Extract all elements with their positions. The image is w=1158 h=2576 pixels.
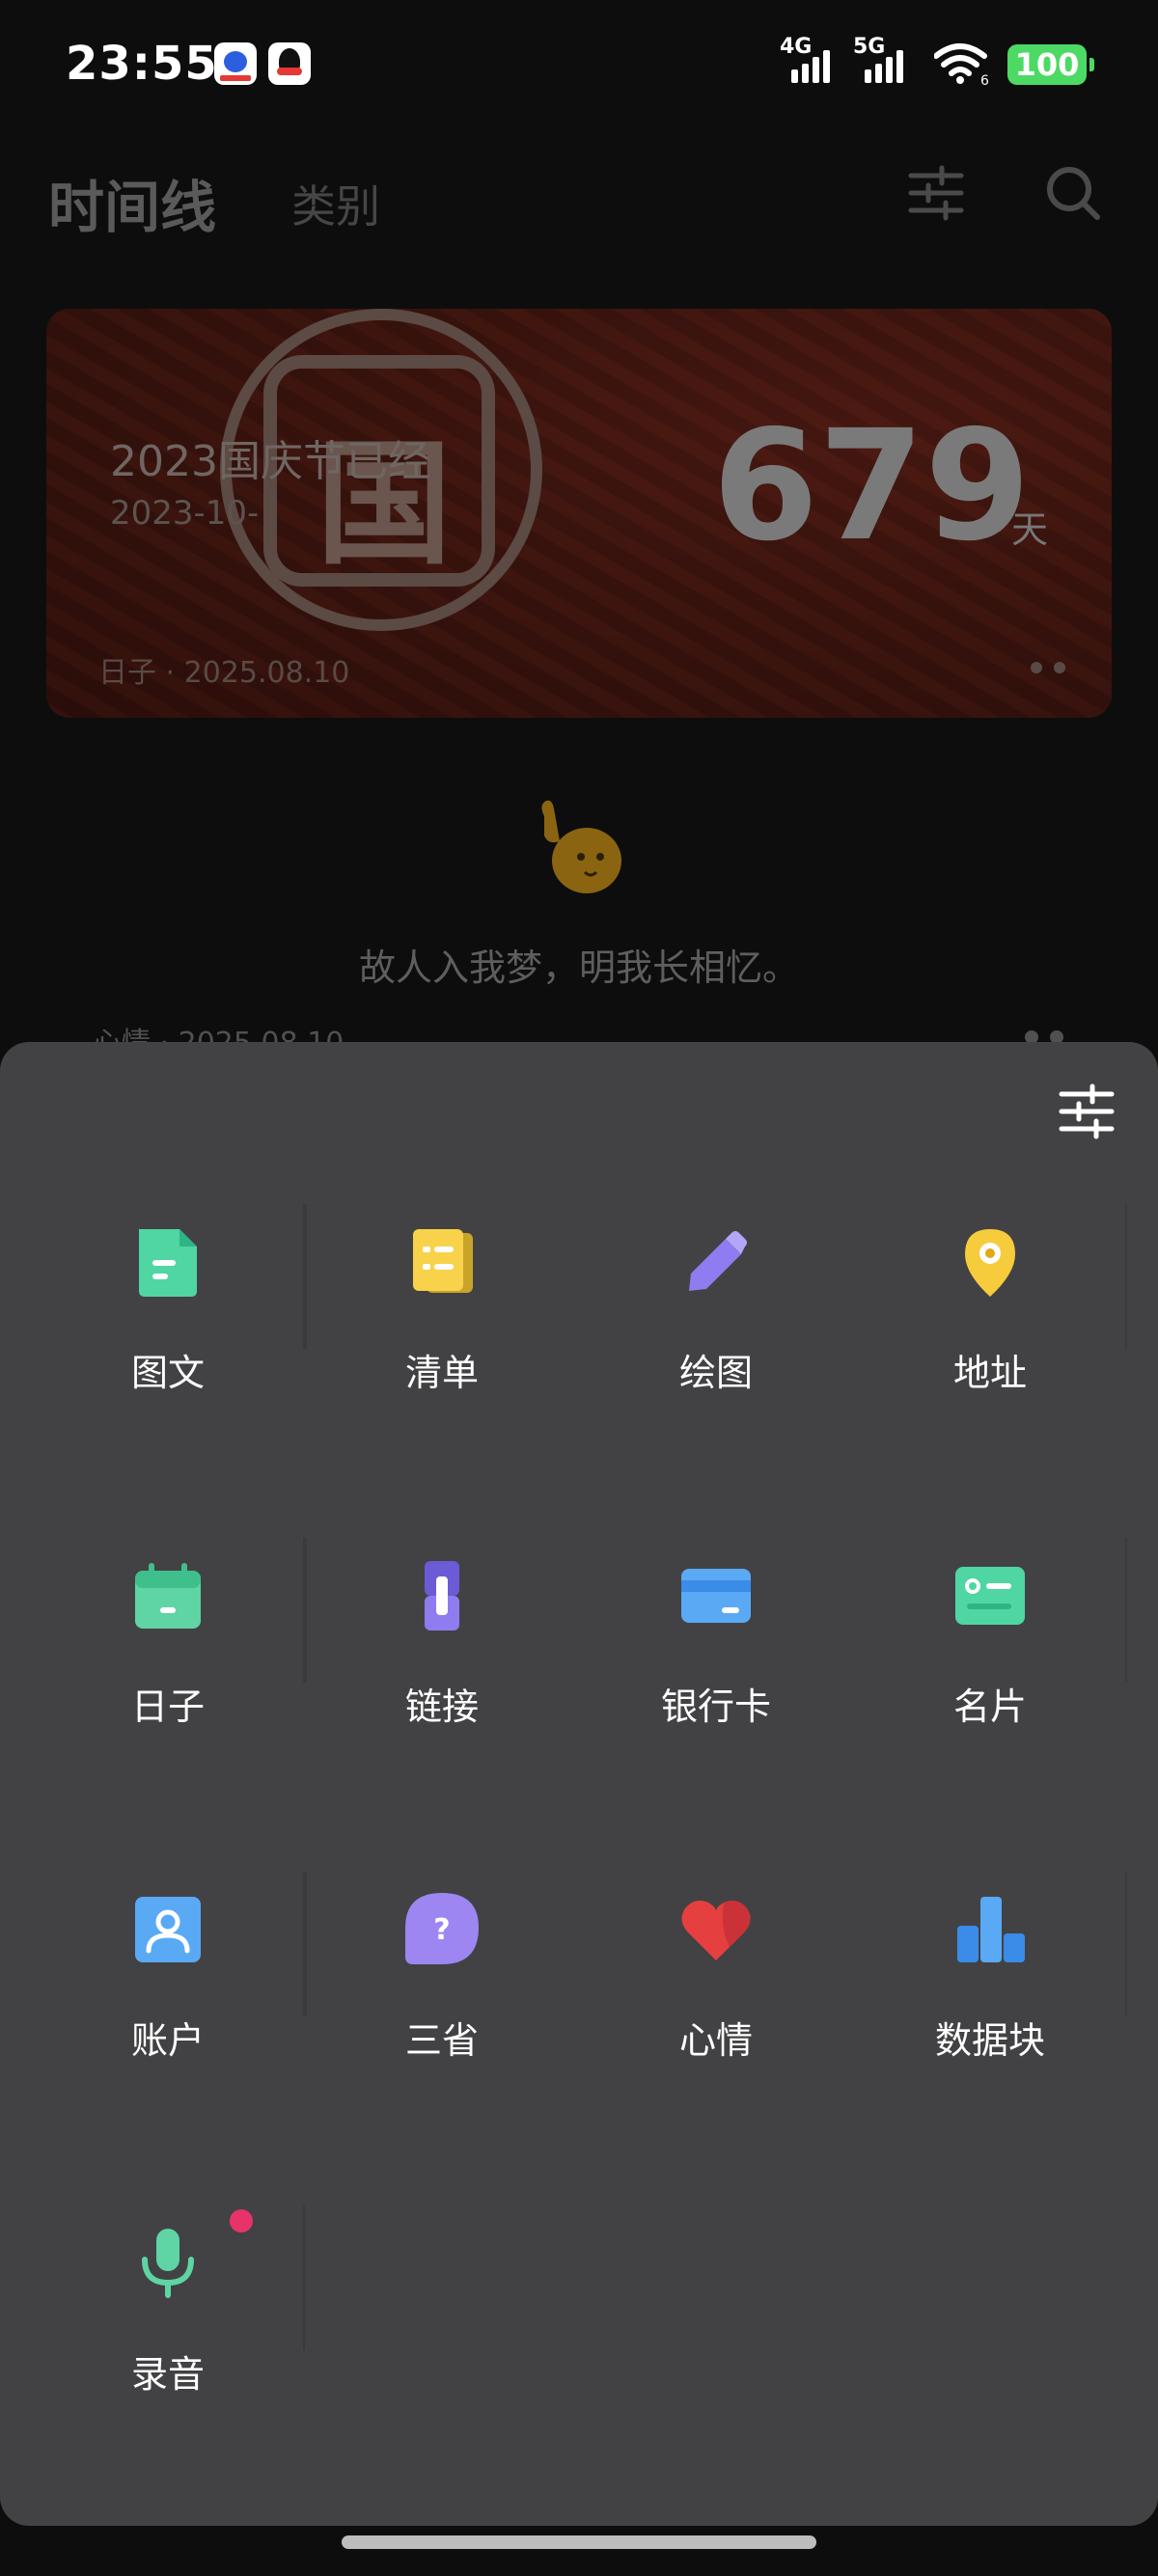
divider (305, 1538, 307, 1683)
add-entry-sheet: 图文 清单 绘图 地址 日子 链接 银行卡 名片 账户 ? 三省 心情 数据块 … (0, 1042, 1158, 2526)
tab-category[interactable]: 类别 (291, 172, 380, 235)
wifi-icon: 6 (934, 43, 989, 85)
new-badge (230, 2209, 253, 2233)
bar-chart-icon (957, 1897, 1025, 1962)
event-title: 2023国庆节已经 (110, 437, 430, 486)
entry-type-label: 地址 (952, 1352, 1027, 1394)
divider (1125, 1204, 1127, 1349)
entry-type-label: 日子 (130, 1685, 205, 1728)
mood-text: 故人入我梦，明我长相忆。 (358, 946, 799, 989)
event-days-unit: 天 (1011, 508, 1049, 551)
entry-type-data-block[interactable]: 数据块 (853, 1852, 1127, 2186)
event-card[interactable]: 国 2023国庆节已经 2023-10- 679 天 日子 · 2025.08.… (46, 309, 1112, 718)
pencil-icon (689, 1231, 747, 1291)
entry-type-link[interactable]: 链接 (305, 1519, 579, 1852)
divider (303, 2206, 305, 2350)
entry-type-label: 链接 (404, 1685, 479, 1728)
status-time: 23:55 (66, 37, 218, 91)
event-date: 2023-10- (110, 494, 260, 533)
stamp-glyph: 国 (317, 425, 453, 584)
entry-type-label: 三省 (404, 2019, 479, 2062)
entry-type-checklist[interactable]: 清单 (305, 1185, 579, 1519)
baidu-app-icon (214, 42, 257, 85)
entry-type-business-card[interactable]: 名片 (853, 1519, 1127, 1852)
account-icon (135, 1897, 201, 1962)
entry-type-label: 账户 (130, 2019, 205, 2062)
entry-type-recording[interactable]: 录音 (31, 2186, 305, 2520)
page-title[interactable]: 时间线 (48, 162, 216, 243)
entry-type-label: 绘图 (678, 1352, 753, 1394)
entry-type-label: 银行卡 (660, 1685, 771, 1728)
entry-type-document[interactable]: 图文 (31, 1185, 305, 1519)
microphone-icon (142, 2229, 194, 2298)
divider (305, 1872, 307, 2016)
entry-type-label: 录音 (130, 2353, 205, 2396)
entry-type-label: 心情 (678, 2019, 753, 2062)
divider (1125, 1538, 1127, 1683)
home-indicator[interactable] (342, 2535, 816, 2549)
divider (1125, 1872, 1127, 2016)
entry-type-drawing[interactable]: 绘图 (579, 1185, 853, 1519)
location-pin-icon (965, 1229, 1015, 1297)
link-icon (425, 1561, 459, 1631)
event-category: 日子 · 2025.08.10 (98, 656, 350, 690)
heart-icon (681, 1901, 751, 1960)
document-icon (139, 1229, 197, 1297)
entry-type-label: 名片 (952, 1685, 1027, 1728)
svg-text:?: ? (433, 1913, 450, 1947)
filter-icon[interactable] (905, 162, 967, 224)
entry-type-label: 数据块 (934, 2019, 1045, 2062)
business-card-icon (955, 1567, 1025, 1625)
entry-type-label: 图文 (130, 1352, 205, 1394)
event-days-count: 679 (712, 397, 1031, 575)
entry-type-grid: 图文 清单 绘图 地址 日子 链接 银行卡 名片 账户 ? 三省 心情 数据块 … (31, 1185, 1127, 2520)
search-icon[interactable] (1042, 162, 1104, 224)
qq-app-icon (268, 42, 311, 85)
entry-type-day[interactable]: 日子 (31, 1519, 305, 1852)
entry-type-mood[interactable]: 心情 (579, 1852, 853, 2186)
battery-indicator: 100 (1007, 44, 1094, 85)
more-icon[interactable] (1031, 662, 1065, 673)
calendar-icon (135, 1563, 201, 1629)
checklist-icon (413, 1229, 473, 1293)
mood-emoji-icon (541, 800, 621, 893)
status-bar: 23:55 4G 5G 6 100 (0, 0, 1158, 131)
entry-type-reflection[interactable]: ? 三省 (305, 1852, 579, 2186)
question-bubble-icon: ? (405, 1893, 479, 1964)
entry-type-bank-card[interactable]: 银行卡 (579, 1519, 853, 1852)
bank-card-icon (681, 1569, 751, 1623)
divider (305, 1204, 307, 1349)
entry-type-account[interactable]: 账户 (31, 1852, 305, 2186)
signal-icon (865, 48, 903, 83)
wifi-level: 6 (980, 73, 989, 85)
signal-icon (791, 48, 830, 83)
entry-type-label: 清单 (404, 1352, 479, 1394)
entry-type-address[interactable]: 地址 (853, 1185, 1127, 1519)
sheet-settings-icon[interactable] (1056, 1081, 1117, 1142)
